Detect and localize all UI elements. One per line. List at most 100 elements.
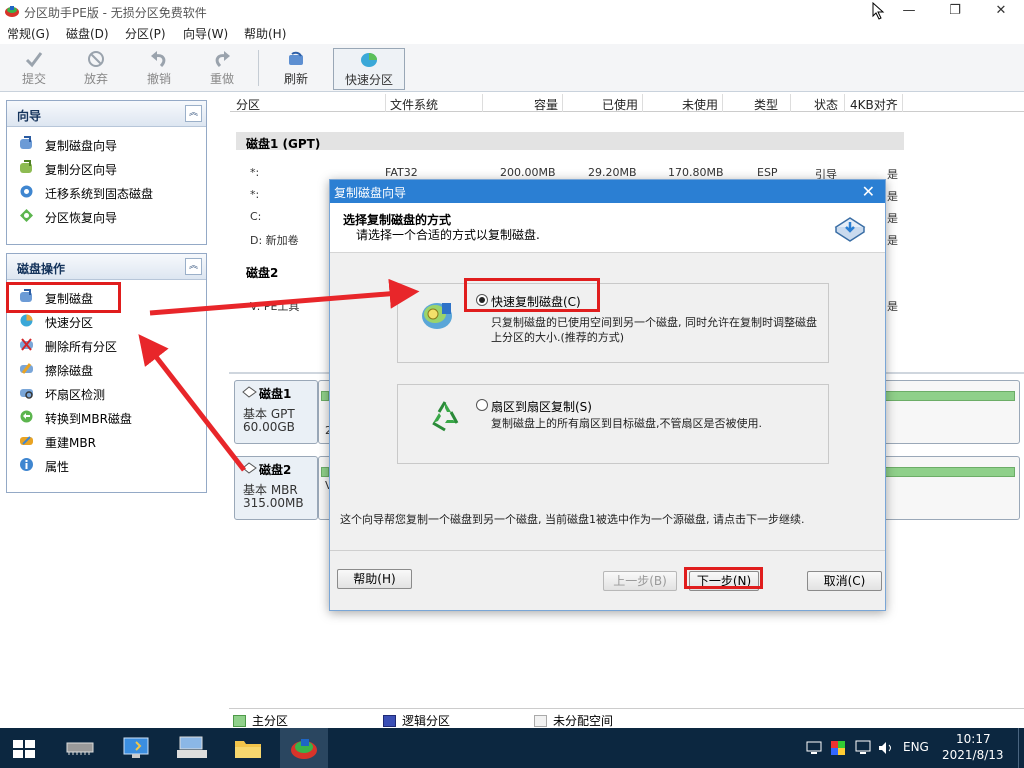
keyboard-icon: [177, 736, 207, 758]
sidebar-item-label: 属性: [45, 460, 70, 474]
quick-copy-disk-icon: [422, 303, 452, 329]
disk-name: 磁盘1: [259, 387, 292, 401]
disk-operations-panel-title: 磁盘操作: [17, 262, 66, 276]
sidebar: 向导 ︽ 复制磁盘向导 复制分区向导 迁移系统到固态磁盘 分区恢复向导 磁盘操作…: [0, 92, 228, 728]
disk-icon: [242, 462, 257, 474]
column-used[interactable]: 已使用: [602, 96, 638, 112]
column-4k-aligned[interactable]: 4KB对齐: [850, 96, 898, 112]
row-capacity: 200.00MB: [500, 166, 556, 179]
sidebar-item-wipe-disk[interactable]: 擦除磁盘: [7, 357, 206, 381]
taskbar-app-partition-assistant[interactable]: [280, 728, 328, 768]
help-button[interactable]: 帮助(H): [337, 569, 412, 589]
undo-button[interactable]: 撤销: [135, 48, 183, 90]
commit-button[interactable]: 提交: [10, 48, 58, 90]
column-divider: [482, 94, 483, 112]
refresh-button[interactable]: 刷新: [272, 48, 320, 90]
quick-partition-icon: [361, 53, 377, 67]
computer-icon: [123, 737, 149, 758]
back-button[interactable]: 上一步(B): [603, 571, 677, 591]
refresh-icon: [289, 51, 303, 65]
disk1-group-header[interactable]: 磁盘1 (GPT): [236, 132, 904, 151]
sidebar-item-bad-sector-check[interactable]: 坏扇区检测: [7, 381, 206, 405]
dialog-divider: [330, 550, 885, 551]
column-partition[interactable]: 分区: [236, 96, 260, 112]
disk2-group-header[interactable]: 磁盘2: [246, 264, 278, 281]
sidebar-item-migrate-to-ssd[interactable]: 迁移系统到固态磁盘: [7, 180, 206, 204]
sidebar-item-copy-partition-wizard[interactable]: 复制分区向导: [7, 156, 206, 180]
row-used: 29.20MB: [588, 166, 637, 179]
commit-label: 提交: [21, 72, 46, 86]
network-icon[interactable]: [855, 740, 871, 756]
partition-assistant-icon: [291, 739, 317, 759]
maximize-button[interactable]: ❐: [932, 0, 978, 22]
dialog-subheading: 请选择一个合适的方式以复制磁盘.: [356, 228, 540, 242]
menu-wizard[interactable]: 向导(W): [183, 25, 228, 42]
sidebar-item-delete-all-partitions[interactable]: 删除所有分区: [7, 333, 206, 357]
sidebar-item-label: 复制磁盘向导: [45, 139, 118, 153]
quick-partition-icon: [20, 314, 33, 327]
quick-partition-button[interactable]: 快速分区: [333, 48, 405, 90]
show-desktop-button[interactable]: [1018, 728, 1024, 768]
undo-icon: [151, 51, 166, 68]
column-type[interactable]: 类型: [754, 96, 778, 112]
row-4k-aligned: 是: [887, 212, 898, 225]
taskbar-app-file-explorer[interactable]: [224, 728, 272, 768]
collapse-disk-operations-button[interactable]: ︽: [185, 258, 202, 275]
legend-primary-label: 主分区: [252, 714, 289, 728]
sidebar-item-convert-to-mbr[interactable]: 转换到MBR磁盘: [7, 405, 206, 429]
menu-disk[interactable]: 磁盘(D): [66, 25, 109, 42]
taskbar: ENG 10:17 2021/8/13: [0, 728, 1024, 768]
option-sector-copy[interactable]: 扇区到扇区复制(S) 复制磁盘上的所有扇区到目标磁盘,不管扇区是否被使用.: [397, 384, 829, 464]
taskbar-app-memory[interactable]: [56, 728, 104, 768]
cancel-button[interactable]: 取消(C): [807, 571, 882, 591]
sidebar-item-copy-disk-wizard[interactable]: 复制磁盘向导: [7, 132, 206, 156]
sidebar-item-label: 删除所有分区: [45, 340, 118, 354]
dialog-close-button[interactable]: ✕: [862, 182, 875, 201]
menu-help[interactable]: 帮助(H): [244, 25, 286, 42]
disk-size: 60.00GB: [243, 420, 295, 434]
title-bar: 分区助手PE版 - 无损分区免费软件 — ❐ ✕: [0, 0, 1024, 22]
collapse-wizard-button[interactable]: ︽: [185, 105, 202, 122]
unallocated-swatch-icon: [534, 715, 547, 727]
wizard-panel-title: 向导: [17, 109, 42, 123]
annotation-highlight-next: [684, 567, 763, 589]
volume-icon[interactable]: [878, 740, 894, 756]
redo-button[interactable]: 重做: [198, 48, 246, 90]
column-filesystem[interactable]: 文件系统: [390, 96, 438, 112]
discard-button[interactable]: 放弃: [72, 48, 120, 90]
color-settings-icon[interactable]: [830, 740, 846, 756]
menu-bar: 常规(G) 磁盘(D) 分区(P) 向导(W) 帮助(H): [0, 22, 1024, 44]
sidebar-item-properties[interactable]: 属性: [7, 453, 206, 477]
copy-partition-wizard-icon: [20, 160, 32, 173]
column-unused[interactable]: 未使用: [682, 96, 718, 112]
column-capacity[interactable]: 容量: [534, 96, 558, 112]
radio-sector-copy[interactable]: [476, 399, 488, 411]
taskbar-app-keyboard[interactable]: [168, 728, 216, 768]
partition-fill: [321, 391, 329, 401]
clock-date[interactable]: 2021/8/13: [942, 748, 1004, 768]
sidebar-item-rebuild-mbr[interactable]: 重建MBR: [7, 429, 206, 453]
mouse-cursor-icon: [872, 2, 885, 20]
row-partition: D: 新加卷: [250, 234, 299, 247]
display-icon[interactable]: [806, 741, 822, 755]
minimize-button[interactable]: —: [886, 0, 932, 22]
close-button[interactable]: ✕: [978, 0, 1024, 22]
discard-label: 放弃: [83, 72, 108, 86]
start-button[interactable]: [0, 728, 48, 768]
sidebar-item-label: 重建MBR: [45, 436, 96, 450]
disk1-card[interactable]: 磁盘1 基本 GPT 60.00GB: [234, 380, 318, 444]
option-quick-copy[interactable]: 快速复制磁盘(C) 只复制磁盘的已使用空间到另一个磁盘, 同时允许在复制时调整磁…: [397, 283, 829, 363]
legend-logical: 逻辑分区: [383, 712, 450, 729]
option-sector-copy-label[interactable]: 扇区到扇区复制(S): [491, 398, 592, 415]
dialog-title-bar[interactable]: 复制磁盘向导 ✕: [330, 180, 885, 203]
taskbar-app-computer[interactable]: [112, 728, 160, 768]
language-indicator[interactable]: ENG: [903, 740, 929, 768]
disk2-card[interactable]: 磁盘2 基本 MBR 315.00MB: [234, 456, 318, 520]
column-divider: [562, 94, 563, 112]
recycle-icon: [432, 401, 459, 432]
column-divider: [385, 94, 386, 112]
sidebar-item-partition-recovery[interactable]: 分区恢复向导: [7, 204, 206, 228]
column-status[interactable]: 状态: [814, 96, 838, 112]
menu-general[interactable]: 常规(G): [7, 25, 50, 42]
menu-partition[interactable]: 分区(P): [125, 25, 166, 42]
